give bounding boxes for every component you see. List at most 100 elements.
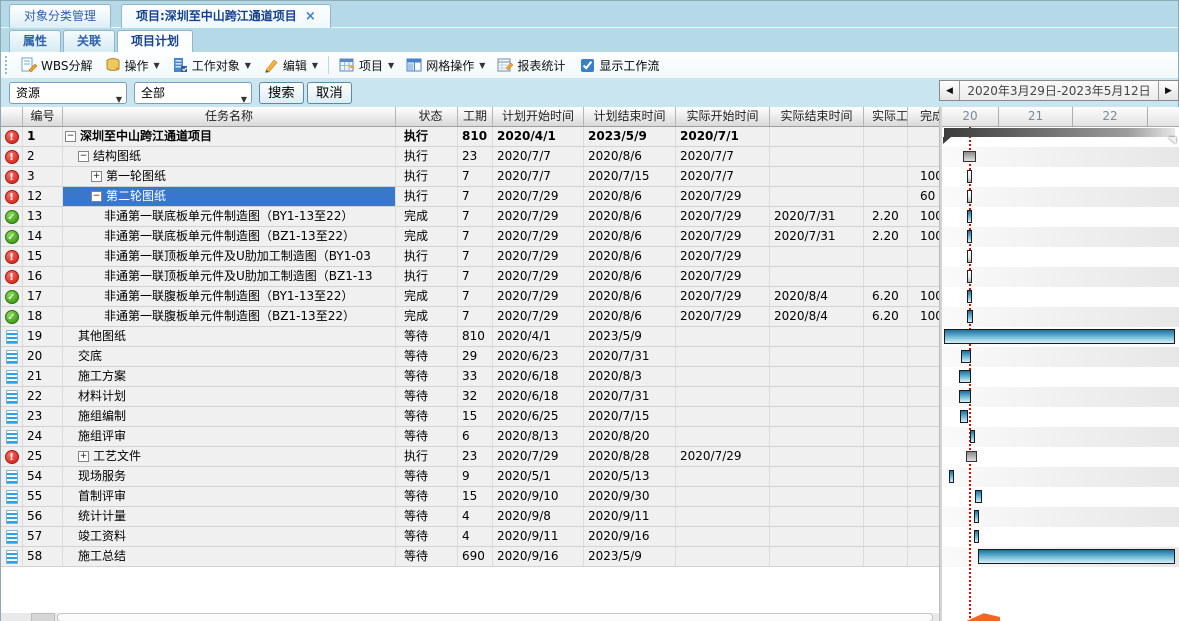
gantt-bar-blue-long[interactable]: [978, 549, 1175, 564]
gantt-bar-open[interactable]: [967, 170, 972, 183]
resource-dropdown[interactable]: 资源 ▼: [9, 82, 127, 104]
gantt-bar-gray[interactable]: [966, 451, 977, 462]
gantt-bar-open[interactable]: [967, 190, 972, 203]
expand-toggle[interactable]: +: [78, 451, 89, 462]
tab-properties[interactable]: 属性: [9, 30, 61, 52]
cell-actual_start: [676, 427, 770, 446]
cell-actual_work: [864, 427, 908, 446]
work-object-menu-button[interactable]: 工作对象▼: [166, 54, 257, 76]
gantt-bar-blue[interactable]: [967, 210, 972, 223]
gantt-bar-blue[interactable]: [959, 370, 971, 383]
search-button[interactable]: 搜索: [259, 82, 304, 104]
column-header-0[interactable]: [1, 107, 23, 126]
table-row[interactable]: ✓14非通第一联底板单元件制造图（BZ1-13至22）完成72020/7/292…: [1, 227, 939, 247]
table-row[interactable]: 22材料计划等待322020/6/182020/7/31: [1, 387, 939, 407]
collapse-toggle[interactable]: −: [65, 131, 76, 142]
cell-actual_work: [864, 247, 908, 266]
table-row[interactable]: !1−深圳至中山跨江通道项目执行8102020/4/12023/5/92020/…: [1, 127, 939, 147]
cell-duration: 810: [458, 127, 493, 146]
column-header-6[interactable]: 计划结束时间: [584, 107, 676, 126]
plan-split-view: 编号任务名称状态工期计划开始时间计划结束时间实际开始时间实际结束时间实际工完成 …: [1, 107, 1178, 621]
table-row[interactable]: !16非通第一联顶板单元件及U肋加工制造图（BZ1-13执行72020/7/29…: [1, 267, 939, 287]
tab-project-plan[interactable]: 项目计划: [117, 30, 193, 52]
collapse-toggle[interactable]: −: [78, 151, 89, 162]
task-name: 非通第一联腹板单元件制造图（BY1-13至22）: [104, 287, 353, 306]
gantt-bar-blue[interactable]: [974, 510, 979, 523]
table-row[interactable]: !25+工艺文件执行232020/7/292020/8/282020/7/29: [1, 447, 939, 467]
cell-actual_start: 2020/7/7: [676, 167, 770, 186]
gantt-bar-blue[interactable]: [967, 290, 972, 303]
column-header-4[interactable]: 工期: [458, 107, 493, 126]
gantt-chart-body: [942, 127, 1179, 621]
cell-status: 等待: [396, 527, 458, 546]
table-row[interactable]: 20交底等待292020/6/232020/7/31: [1, 347, 939, 367]
table-row[interactable]: 21施工方案等待332020/6/182020/8/3: [1, 367, 939, 387]
table-row[interactable]: 23施组编制等待152020/6/252020/7/15: [1, 407, 939, 427]
table-row[interactable]: ✓18非通第一联腹板单元件制造图（BZ1-13至22）完成72020/7/292…: [1, 307, 939, 327]
gantt-bar-blue[interactable]: [967, 310, 973, 323]
column-header-3[interactable]: 状态: [396, 107, 458, 126]
tab-object-classification[interactable]: 对象分类管理: [9, 4, 111, 28]
next-range-button[interactable]: ▶: [1158, 81, 1178, 100]
gantt-bar-summary[interactable]: [944, 128, 1175, 137]
gantt-bar-blue[interactable]: [970, 430, 975, 443]
column-header-1[interactable]: 编号: [23, 107, 63, 126]
gantt-row-band: [942, 467, 1179, 487]
gantt-bar-blue[interactable]: [949, 470, 954, 483]
operations-menu-button[interactable]: 操作▼: [99, 54, 166, 76]
cell-actual_work: [864, 467, 908, 486]
grid-operations-menu-button[interactable]: 网格操作▼: [400, 54, 491, 76]
table-row[interactable]: ✓17非通第一联腹板单元件制造图（BY1-13至22）完成72020/7/292…: [1, 287, 939, 307]
column-header-9[interactable]: 实际工: [864, 107, 908, 126]
scrollbar-thumb[interactable]: [57, 613, 933, 621]
right-arrow-icon: ▶: [1165, 86, 1172, 96]
gantt-bar-blue[interactable]: [960, 410, 968, 423]
prev-range-button[interactable]: ◀: [940, 81, 960, 100]
close-icon[interactable]: ×: [305, 9, 316, 24]
table-row[interactable]: 58施工总结等待6902020/9/162023/5/9: [1, 547, 939, 567]
gantt-bar-blue[interactable]: [974, 530, 979, 543]
gantt-bar-open[interactable]: [967, 270, 972, 283]
table-row[interactable]: !2−结构图纸执行232020/7/72020/8/62020/7/7: [1, 147, 939, 167]
table-row[interactable]: !3+第一轮图纸执行72020/7/72020/7/152020/7/7100: [1, 167, 939, 187]
expand-toggle[interactable]: +: [91, 171, 102, 182]
cell-plan_start: 2020/7/29: [493, 247, 584, 266]
toolbar-grip[interactable]: [5, 56, 10, 74]
gantt-bar-blue[interactable]: [961, 350, 971, 363]
table-row[interactable]: 56统计计量等待42020/9/82020/9/11: [1, 507, 939, 527]
cell-status: 完成: [396, 287, 458, 306]
wbs-decompose-button[interactable]: WBS分解: [15, 54, 99, 76]
gantt-bar-open[interactable]: [967, 250, 972, 263]
edit-menu-button[interactable]: 编辑▼: [257, 54, 324, 76]
tab-associations[interactable]: 关联: [63, 30, 115, 52]
cancel-button[interactable]: 取消: [307, 82, 352, 104]
table-row[interactable]: 54现场服务等待92020/5/12020/5/13: [1, 467, 939, 487]
project-menu-button[interactable]: 项目▼: [333, 54, 400, 76]
cell-name: 材料计划: [63, 387, 396, 406]
table-row[interactable]: 55首制评审等待152020/9/102020/9/30: [1, 487, 939, 507]
table-row[interactable]: !15非通第一联顶板单元件及U肋加工制造图（BY1-03执行72020/7/29…: [1, 247, 939, 267]
table-row[interactable]: !12−第二轮图纸执行72020/7/292020/8/62020/7/2960: [1, 187, 939, 207]
column-header-8[interactable]: 实际结束时间: [770, 107, 864, 126]
show-workflow-checkbox[interactable]: [581, 59, 594, 72]
gantt-bar-blue-long[interactable]: [944, 329, 1175, 344]
table-row[interactable]: 19其他图纸等待8102020/4/12023/5/9: [1, 327, 939, 347]
table-row[interactable]: ✓13非通第一联底板单元件制造图（BY1-13至22）完成72020/7/292…: [1, 207, 939, 227]
task-name-wrap: −第二轮图纸: [63, 187, 395, 206]
gantt-bar-blue[interactable]: [959, 390, 971, 403]
gantt-bar-gray[interactable]: [963, 151, 976, 162]
gantt-bar-blue[interactable]: [975, 490, 982, 503]
table-row[interactable]: 24施组评审等待62020/8/132020/8/20: [1, 427, 939, 447]
column-header-5[interactable]: 计划开始时间: [493, 107, 584, 126]
scrollbar-button[interactable]: [31, 613, 55, 621]
column-header-7[interactable]: 实际开始时间: [676, 107, 770, 126]
report-statistics-button[interactable]: 报表统计: [491, 54, 571, 76]
column-header-10[interactable]: 完成: [908, 107, 939, 126]
table-row[interactable]: 57竣工资料等待42020/9/112020/9/16: [1, 527, 939, 547]
gantt-bar-blue[interactable]: [967, 230, 972, 243]
tab-project[interactable]: 项目:深圳至中山跨江通道项目×: [121, 4, 331, 28]
column-header-2[interactable]: 任务名称: [63, 107, 396, 126]
chevron-down-icon: ▼: [245, 61, 251, 70]
scope-dropdown[interactable]: 全部 ▼: [134, 82, 252, 104]
collapse-toggle[interactable]: −: [91, 191, 102, 202]
